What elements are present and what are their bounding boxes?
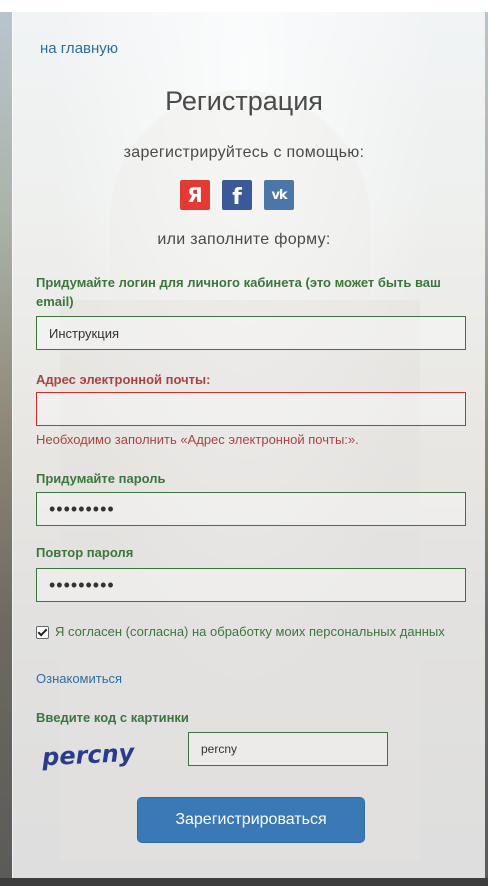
login-label: Придумайте логин для личного кабинета (э… (36, 275, 441, 309)
password-repeat-input[interactable] (36, 568, 466, 602)
register-button[interactable]: Зарегистрироваться (137, 797, 365, 843)
email-input[interactable] (36, 392, 466, 426)
facebook-icon[interactable]: f (222, 180, 252, 210)
yandex-icon[interactable]: Я (180, 180, 210, 210)
social-prompt: зарегистрируйтесь с помощью: (123, 144, 365, 161)
vk-icon[interactable]: vk (264, 180, 294, 210)
read-terms-link[interactable]: Ознакомиться (36, 671, 122, 686)
top-strip (0, 0, 488, 12)
consent-text: Я согласен (согласна) на обработку моих … (55, 624, 445, 639)
social-buttons: Я f vk (180, 180, 294, 210)
home-link[interactable]: на главную (40, 40, 118, 57)
password-repeat-label: Повтор пароля (36, 545, 134, 560)
login-input[interactable] (36, 316, 466, 350)
email-label: Адрес электронной почты: (36, 372, 211, 387)
consent-checkbox[interactable] (36, 626, 49, 639)
bottom-bar (0, 878, 488, 886)
captcha-input[interactable] (188, 732, 388, 766)
email-error-message: Необходимо заполнить «Адрес электронной … (36, 432, 359, 447)
captcha-label: Введите код с картинки (36, 710, 189, 725)
consent-row: Я согласен (согласна) на обработку моих … (36, 622, 456, 641)
captcha-image: percny (40, 739, 136, 772)
captcha-image-text: percny (40, 739, 136, 772)
password-label: Придумайте пароль (36, 471, 166, 486)
page-title: Регистрация (165, 86, 323, 116)
password-input[interactable] (36, 492, 466, 526)
or-fill-text: или заполните форму: (157, 231, 331, 248)
